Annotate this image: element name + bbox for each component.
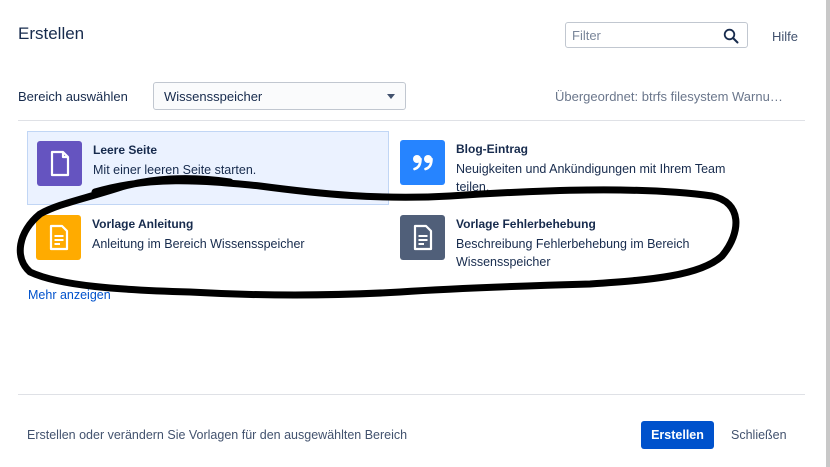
filter-box[interactable] xyxy=(565,22,748,48)
chevron-down-icon xyxy=(387,94,395,99)
space-select-label: Bereich auswählen xyxy=(18,89,128,104)
template-description: Anleitung im Bereich Wissensspeicher xyxy=(92,237,305,251)
search-icon[interactable] xyxy=(723,28,739,44)
template-tile-blog-post[interactable]: Blog-Eintrag Neuigkeiten und Ankündigung… xyxy=(391,131,753,205)
document-icon xyxy=(36,215,81,260)
window-edge xyxy=(826,0,830,467)
space-select[interactable]: Wissensspeicher xyxy=(153,82,406,110)
template-tile-troubleshooting[interactable]: Vorlage Fehlerbehebung Beschreibung Fehl… xyxy=(391,206,753,280)
dialog-title: Erstellen xyxy=(18,24,85,43)
parent-page-text[interactable]: Übergeordnet: btrfs filesystem Warnu… xyxy=(555,89,783,104)
template-name: Vorlage Fehlerbehebung xyxy=(456,217,596,231)
create-button[interactable]: Erstellen xyxy=(641,421,714,449)
space-select-value: Wissensspeicher xyxy=(164,89,263,104)
template-description: Beschreibung Fehlerbehebung im Bereich W… xyxy=(456,237,690,269)
template-description: Mit einer leeren Seite starten. xyxy=(93,163,257,177)
template-tile-guide[interactable]: Vorlage Anleitung Anleitung im Bereich W… xyxy=(27,206,389,280)
template-tile-blank-page[interactable]: Leere Seite Mit einer leeren Seite start… xyxy=(27,131,389,205)
show-more-link[interactable]: Mehr anzeigen xyxy=(28,288,111,302)
divider xyxy=(18,120,805,121)
filter-input[interactable] xyxy=(572,27,722,43)
quote-icon xyxy=(400,140,445,185)
document-icon xyxy=(400,215,445,260)
template-name: Leere Seite xyxy=(93,143,158,157)
footer-hint-text: Erstellen oder verändern Sie Vorlagen fü… xyxy=(27,428,408,442)
template-name: Blog-Eintrag xyxy=(456,142,528,156)
blank-page-icon xyxy=(37,141,82,186)
help-link[interactable]: Hilfe xyxy=(772,29,798,44)
close-button[interactable]: Schließen xyxy=(731,428,787,442)
template-description: Neuigkeiten und Ankündigungen mit Ihrem … xyxy=(456,162,726,194)
create-dialog: Erstellen Hilfe Bereich auswählen Wissen… xyxy=(0,0,826,467)
divider xyxy=(18,394,805,395)
template-name: Vorlage Anleitung xyxy=(92,217,194,231)
